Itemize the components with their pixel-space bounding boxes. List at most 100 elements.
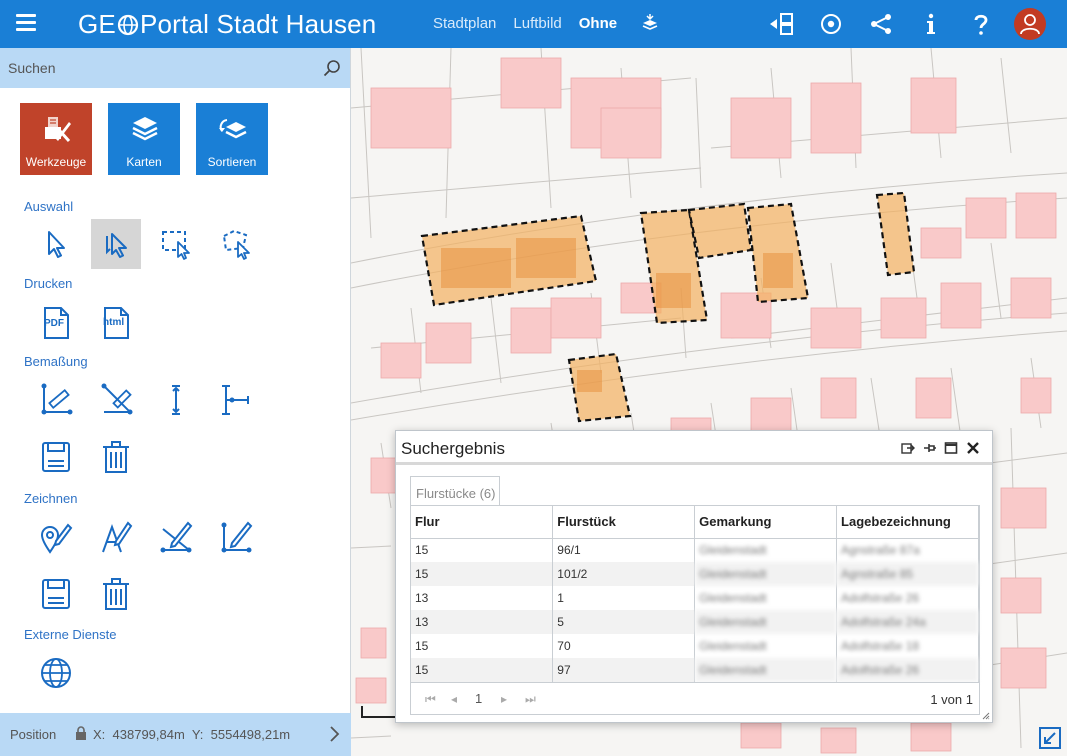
page-count: 1 von 1 — [930, 692, 973, 707]
y-label: Y: — [191, 727, 204, 742]
info-icon[interactable] — [918, 11, 944, 37]
logo-suffix: Portal Stadt Hausen — [139, 9, 377, 39]
tab-sortieren[interactable]: Sortieren — [196, 103, 268, 175]
nav-luftbild[interactable]: Luftbild — [513, 15, 561, 32]
draw-point-tool[interactable] — [31, 512, 81, 562]
share-icon[interactable] — [868, 11, 894, 37]
select-pointer-tool[interactable] — [31, 219, 81, 269]
globe-logo-icon — [117, 14, 139, 35]
target-icon[interactable] — [818, 11, 844, 37]
panel-toggle-icon[interactable] — [769, 11, 795, 37]
table-row[interactable]: 13 1 Gleidenstadt Adolfstraße 26 — [411, 586, 979, 610]
sort-layers-icon — [219, 119, 247, 139]
layers-icon — [132, 117, 158, 141]
cell-lagebezeichnung: Adolfstraße 26 — [836, 658, 979, 682]
pointer-icon — [48, 231, 65, 258]
search-icon[interactable] — [323, 59, 341, 77]
draw-text-tool[interactable] — [91, 512, 141, 562]
tab-sortieren-label: Sortieren — [207, 155, 257, 169]
measure-area-tool[interactable] — [91, 375, 141, 425]
column-header-flurstueck[interactable]: Flurstück — [552, 506, 696, 539]
draw-polygon-icon — [221, 521, 253, 553]
measure-offset-tool[interactable] — [211, 375, 261, 425]
nav-ohne[interactable]: Ohne — [579, 15, 617, 32]
column-header-flur[interactable]: Flur — [411, 506, 554, 539]
save-drawing-tool[interactable] — [31, 569, 81, 619]
cell-lagebezeichnung: Adolfstraße 18 — [836, 634, 979, 658]
tab-werkzeuge[interactable]: Werkzeuge — [20, 103, 92, 175]
tab-karten[interactable]: Karten — [108, 103, 180, 175]
previous-page-icon[interactable]: ◂ — [451, 692, 457, 706]
cell-lagebezeichnung: Adolfstraße 24a — [836, 610, 979, 634]
menu-icon[interactable] — [16, 14, 36, 32]
chevron-right-icon[interactable] — [328, 726, 340, 742]
column-header-gemarkung[interactable]: Gemarkung — [694, 506, 838, 539]
cell-flurstueck: 5 — [552, 610, 696, 634]
delete-drawing-tool[interactable] — [91, 569, 141, 619]
help-icon[interactable] — [968, 11, 994, 37]
first-page-icon[interactable]: ⏮ — [425, 692, 436, 707]
rectangle-select-tool[interactable] — [151, 219, 201, 269]
cell-flur: 13 — [411, 610, 554, 634]
nav-stadtplan[interactable]: Stadtplan — [433, 15, 496, 32]
table-row[interactable]: 15 101/2 Gleidenstadt Agnstraße 85 — [411, 562, 979, 586]
user-icon[interactable] — [1014, 8, 1046, 40]
layers-icon[interactable] — [642, 13, 658, 31]
external-services-tool[interactable] — [31, 648, 81, 698]
table-row[interactable]: 15 97 Gleidenstadt Adolfstraße 26 — [411, 658, 979, 682]
pin-icon[interactable] — [923, 441, 937, 455]
sidebar: Werkzeuge Karten Sortieren — [0, 48, 351, 756]
resize-handle-icon[interactable] — [982, 712, 990, 720]
table-row[interactable]: 15 96/1 Gleidenstadt Agnstraße 87a — [411, 538, 979, 562]
offset-measure-icon — [222, 385, 249, 415]
app-header: GE Portal Stadt Hausen Stadtplan Luftbil… — [0, 0, 1067, 48]
cell-lagebezeichnung: Agnstraße 87a — [836, 538, 979, 562]
section-title-zeichnen: Zeichnen — [24, 491, 78, 506]
cell-flurstueck: 101/2 — [552, 562, 696, 586]
table-row[interactable]: 13 5 Gleidenstadt Adolfstraße 24a — [411, 610, 979, 634]
multi-pointer-icon — [106, 233, 127, 258]
search-input[interactable] — [0, 48, 310, 88]
column-header-lagebezeichnung[interactable]: Lagebezeichnung — [836, 506, 979, 539]
close-icon[interactable] — [966, 441, 980, 455]
cell-flur: 15 — [411, 658, 554, 682]
last-page-icon[interactable]: ⏭ — [525, 692, 536, 707]
ruler-area-icon — [101, 383, 133, 415]
draw-line-icon — [160, 521, 193, 553]
position-statusbar: Position X: 438799,84m Y: 5554498,21m — [0, 713, 351, 756]
measure-height-tool[interactable] — [151, 375, 201, 425]
cell-flur: 15 — [411, 634, 554, 658]
print-html-tool[interactable]: html — [91, 298, 141, 348]
draw-polygon-tool[interactable] — [211, 512, 261, 562]
table-row[interactable]: 15 70 Gleidenstadt Adolfstraße 18 — [411, 634, 979, 658]
polygon-select-tool[interactable] — [211, 219, 261, 269]
cell-gemarkung: Gleidenstadt — [694, 634, 838, 658]
save-measure-tool[interactable] — [31, 432, 81, 482]
position-label: Position — [10, 727, 57, 742]
save-icon — [42, 579, 70, 609]
search-bar — [0, 48, 350, 88]
cell-lagebezeichnung: Adolfstraße 26 — [836, 586, 979, 610]
maximize-icon[interactable] — [944, 441, 958, 455]
expand-map-icon[interactable] — [1038, 726, 1062, 750]
delete-measure-tool[interactable] — [91, 432, 141, 482]
x-value: 438799,84m — [112, 727, 185, 742]
dialog-header[interactable]: Suchergebnis — [396, 431, 992, 465]
cell-flur: 13 — [411, 586, 554, 610]
export-icon[interactable] — [901, 441, 915, 455]
next-page-icon[interactable]: ▸ — [501, 692, 507, 706]
logo-prefix: GE — [78, 9, 116, 39]
print-pdf-tool[interactable]: PDF — [31, 298, 81, 348]
draw-line-tool[interactable] — [151, 512, 201, 562]
multi-select-tool[interactable] — [91, 219, 141, 269]
cell-flurstueck: 97 — [552, 658, 696, 682]
trash-icon — [103, 578, 129, 610]
tab-flurstuecke[interactable]: Flurstücke (6) — [410, 476, 500, 506]
cell-lagebezeichnung: Agnstraße 85 — [836, 562, 979, 586]
lock-icon[interactable] — [75, 726, 87, 740]
search-result-dialog: Suchergebnis Flurstücke (6) Flur Flurstü… — [395, 430, 993, 723]
current-page[interactable]: 1 — [475, 691, 482, 706]
save-icon — [42, 442, 70, 472]
measure-distance-tool[interactable] — [31, 375, 81, 425]
pagination-bar: ⏮ ◂ 1 ▸ ⏭ 1 von 1 — [411, 682, 979, 714]
